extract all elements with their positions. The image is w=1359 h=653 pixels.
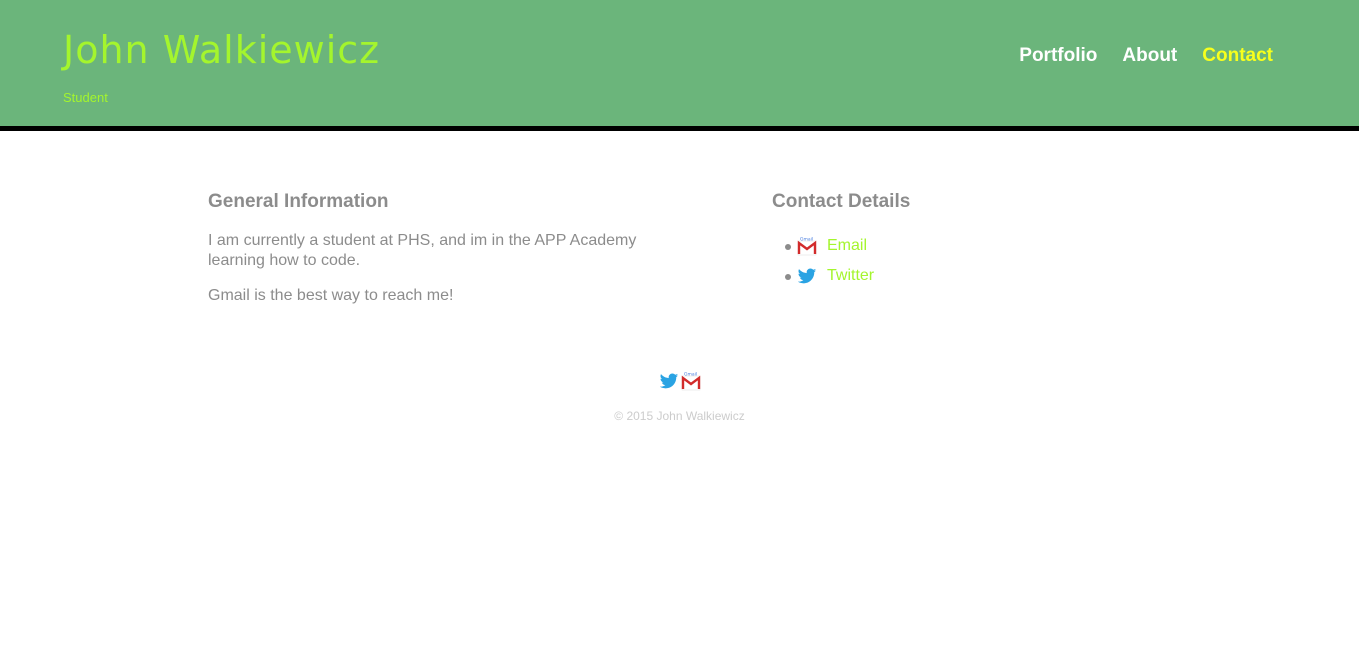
- general-paragraph: Gmail is the best way to reach me!: [208, 287, 454, 304]
- nav-portfolio[interactable]: Portfolio: [1019, 45, 1097, 67]
- contact-details-heading: Contact Details: [772, 191, 911, 212]
- general-paragraph: I am currently a student at PHS, and im …: [208, 232, 637, 269]
- contact-item-twitter: Twitter: [785, 261, 1122, 291]
- contact-twitter-link[interactable]: Twitter: [827, 267, 874, 285]
- site-header: John Walkiewicz Student Portfolio About …: [0, 0, 1359, 131]
- twitter-icon[interactable]: [797, 266, 817, 286]
- nav-about[interactable]: About: [1122, 45, 1177, 67]
- site-subtitle: Student: [63, 90, 108, 105]
- gmail-icon[interactable]: Gmail: [797, 236, 817, 256]
- general-information-heading: General Information: [208, 191, 389, 212]
- general-information-section: General Information I am currently a stu…: [208, 191, 658, 321]
- svg-text:Gmail: Gmail: [684, 371, 697, 377]
- site-footer: Gmail © 2015 John Walkiewicz: [0, 371, 1359, 423]
- gmail-icon[interactable]: Gmail: [681, 371, 701, 396]
- main-nav: Portfolio About Contact: [1019, 45, 1273, 67]
- nav-contact[interactable]: Contact: [1202, 45, 1273, 67]
- site-title: John Walkiewicz: [63, 28, 381, 72]
- contact-item-email: Gmail Email: [785, 231, 1122, 261]
- copyright-text: © 2015 John Walkiewicz: [614, 409, 745, 423]
- twitter-icon[interactable]: [659, 371, 679, 396]
- contact-email-link[interactable]: Email: [827, 237, 867, 255]
- footer-social-icons: Gmail: [0, 371, 1359, 395]
- contact-details-section: Contact Details Gmail Email Twitter: [772, 191, 1122, 291]
- contact-list: Gmail Email Twitter: [772, 231, 1122, 291]
- svg-text:Gmail: Gmail: [800, 237, 813, 243]
